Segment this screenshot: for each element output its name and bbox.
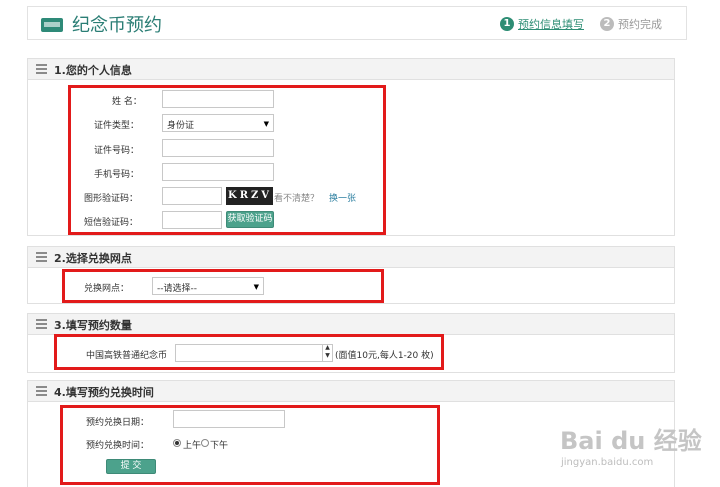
section-title: 1.您的个人信息 [54,64,132,77]
page-header: 纪念币预约 1 预约信息填写 2 预约完成 [27,6,687,40]
section-header: 4.填写预约兑换时间 [28,381,674,402]
annotation-box [68,85,386,235]
step-1-label: 预约信息填写 [518,18,584,31]
watermark-brand: Bai du 经验 [560,427,702,455]
annotation-box [54,334,444,370]
logo-icon [41,18,63,32]
step-2: 2 预约完成 [600,16,662,32]
list-icon [36,64,47,74]
list-icon [36,386,47,396]
section-title: 4.填写预约兑换时间 [54,386,154,399]
section-header: 1.您的个人信息 [28,59,674,80]
list-icon [36,319,47,329]
progress-steps: 1 预约信息填写 2 预约完成 [484,16,662,32]
section-header: 3.填写预约数量 [28,314,674,335]
annotation-box [60,405,440,485]
reservation-page: 纪念币预约 1 预约信息填写 2 预约完成 1.您的个人信息 姓 名： 证件类型… [27,0,687,487]
page-title: 纪念币预约 [72,15,162,36]
step-1: 1 预约信息填写 [500,16,584,32]
section-title: 2.选择兑换网点 [54,252,132,265]
step-2-label: 预约完成 [618,18,662,31]
step-2-number: 2 [600,17,614,31]
annotation-box [62,269,384,303]
watermark: Bai du 经验 jingyan.baidu.com [555,421,715,481]
section-header: 2.选择兑换网点 [28,247,674,268]
section-title: 3.填写预约数量 [54,319,132,332]
step-1-number: 1 [500,17,514,31]
list-icon [36,252,47,262]
watermark-url: jingyan.baidu.com [561,457,654,468]
